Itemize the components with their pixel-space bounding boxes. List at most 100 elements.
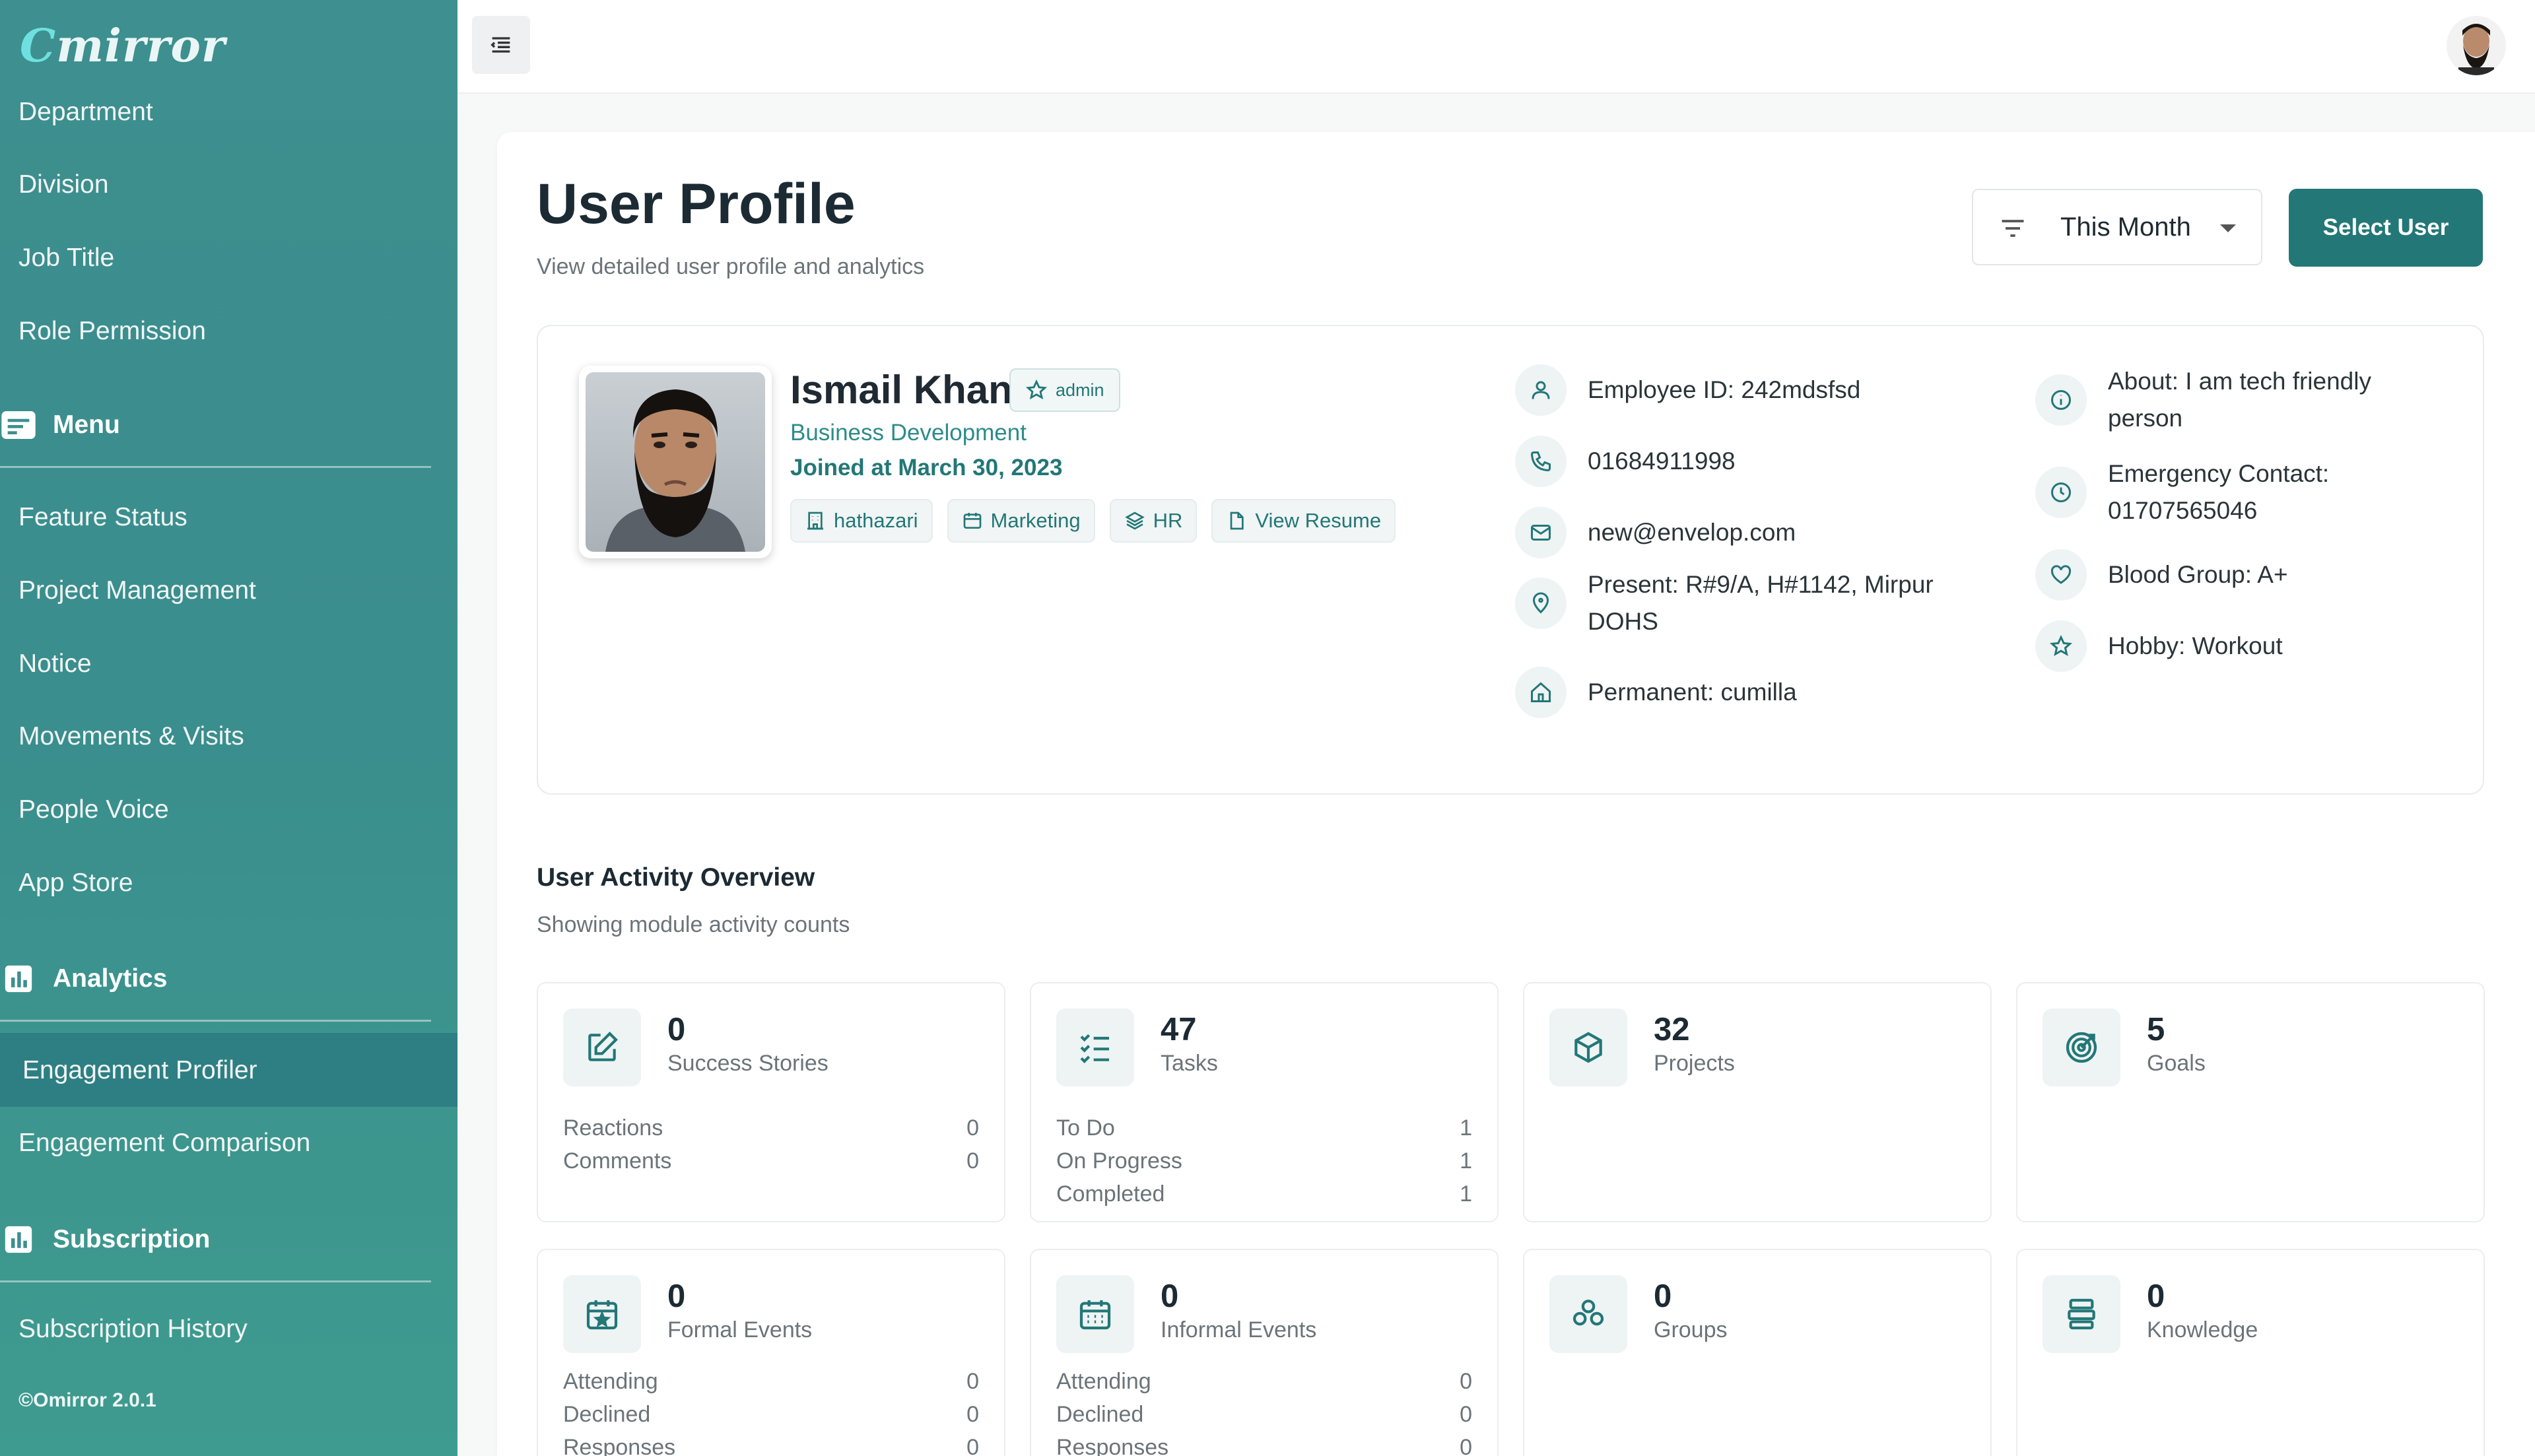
sidebar-item-job-title[interactable]: Job Title (18, 244, 114, 273)
sidebar-item-people-voice[interactable]: People Voice (18, 795, 169, 824)
chip-department[interactable]: Marketing (947, 499, 1095, 543)
subscription-section-divider (0, 1280, 431, 1282)
tile-success-stories[interactable]: 0 Success Stories Reactions 0 Comments 0 (537, 982, 1005, 1222)
sidebar-item-division[interactable]: Division (18, 170, 109, 199)
tile-label: Goals (2147, 1051, 2206, 1076)
menu-toggle-button[interactable] (472, 16, 530, 74)
stat-value: 1 (1460, 1181, 1472, 1207)
chip-division-label: HR (1153, 509, 1183, 532)
layers-icon (1124, 512, 1145, 530)
star-outline-icon (2035, 620, 2087, 672)
sidebar-item-feature-status[interactable]: Feature Status (18, 503, 187, 532)
tile-count: 0 (667, 1278, 686, 1314)
stat-value: 0 (1460, 1435, 1472, 1456)
sidebar-item-subscription-history[interactable]: Subscription History (18, 1315, 248, 1344)
select-user-button[interactable]: Select User (2289, 189, 2483, 267)
view-resume-button[interactable]: View Resume (1211, 499, 1396, 543)
hobby-row: Hobby: Workout (2035, 620, 2283, 672)
stat-label: Completed (1056, 1181, 1165, 1207)
permanent-address-row: Permanent: cumilla (1515, 667, 1797, 718)
tile-formal-events[interactable]: 0 Formal Events Attending 0 Declined 0 Res… (537, 1249, 1005, 1456)
tile-stat-row: Declined 0 (563, 1402, 979, 1428)
sidebar-item-app-store[interactable]: App Store (18, 869, 133, 898)
stat-label: Responses (563, 1435, 676, 1456)
tile-informal-events[interactable]: 0 Informal Events Attending 0 Declined 0 R… (1030, 1249, 1499, 1456)
clock-icon (2035, 466, 2087, 518)
email-address: new@envelop.com (1588, 519, 1796, 546)
sidebar-item-project-management[interactable]: Project Management (18, 576, 256, 605)
period-filter-value: This Month (2060, 213, 2191, 242)
home-icon (1515, 667, 1567, 718)
chip-division[interactable]: HR (1109, 499, 1198, 543)
filter-icon (2002, 220, 2024, 237)
stat-value: 0 (966, 1402, 979, 1427)
hamburger-icon (490, 37, 510, 53)
tile-count: 0 (2147, 1278, 2165, 1314)
employee-id-row: Employee ID: 242mdsfsd (1515, 364, 1860, 416)
chip-department-label: Marketing (990, 509, 1081, 532)
activity-title: User Activity Overview (537, 863, 815, 892)
menu-section-divider (0, 466, 431, 468)
sidebar-item-engagement-comparison[interactable]: Engagement Comparison (18, 1129, 310, 1158)
group-icon (1549, 1275, 1627, 1353)
sidebar-section-subscription[interactable]: Subscription (0, 1221, 431, 1282)
stat-label: Comments (563, 1148, 672, 1174)
checklist-icon (1056, 1009, 1134, 1086)
tile-stat-row: On Progress 1 (1056, 1148, 1472, 1174)
menu-section-label: Menu (53, 411, 120, 439)
profile-joined-date: Joined at March 30, 2023 (790, 455, 1063, 480)
tile-label: Informal Events (1161, 1317, 1317, 1342)
tile-goals[interactable]: 5 Goals (2016, 982, 2485, 1222)
tile-projects[interactable]: 32 Projects (1523, 982, 1992, 1222)
emergency-contact: Emergency Contact: 01707565046 (2108, 455, 2329, 529)
topbar (457, 0, 2535, 94)
role-badge-label: admin (1056, 380, 1104, 400)
tile-stat-row: Responses 0 (563, 1435, 979, 1456)
stat-value: 0 (966, 1115, 979, 1141)
sidebar-item-department[interactable]: Department (18, 98, 153, 127)
tile-tasks[interactable]: 47 Tasks To Do 1 On Progress 1 Completed 1 (1030, 982, 1499, 1222)
tile-label: Groups (1654, 1317, 1728, 1342)
sidebar-section-menu[interactable]: Menu (0, 407, 431, 468)
star-icon (1025, 379, 1048, 400)
tile-stat-row: Reactions 0 (563, 1115, 979, 1141)
present-address-row: Present: R#9/A, H#1142, Mirpur DOHS (1515, 566, 1934, 640)
employee-id: Employee ID: 242mdsfsd (1588, 376, 1861, 404)
stat-value: 0 (1460, 1402, 1472, 1427)
tile-count: 0 (1161, 1278, 1179, 1314)
chip-location[interactable]: hathazari (790, 499, 933, 543)
app-logo[interactable]: Cmirror (20, 20, 226, 73)
analytics-icon (0, 960, 37, 997)
about-row: About: I am tech friendly person (2035, 363, 2371, 436)
mail-icon (1515, 507, 1567, 558)
phone-row: 01684911998 (1515, 436, 1736, 487)
tile-count: 0 (667, 1012, 686, 1047)
document-icon (1231, 512, 1244, 530)
sidebar-item-role-permission[interactable]: Role Permission (18, 317, 206, 346)
edit-icon (563, 1009, 641, 1086)
tile-count: 47 (1161, 1012, 1197, 1047)
present-address-line1: Present: R#9/A, H#1142, Mirpur (1588, 571, 1934, 598)
sidebar-item-engagement-profiler[interactable]: Engagement Profiler (22, 1056, 257, 1085)
sidebar-section-analytics[interactable]: Analytics (0, 960, 431, 1022)
subscription-section-label: Subscription (53, 1225, 211, 1253)
tile-label: Success Stories (667, 1051, 828, 1076)
stat-value: 0 (1460, 1369, 1472, 1394)
tile-label: Formal Events (667, 1317, 813, 1342)
activity-subtitle: Showing module activity counts (537, 912, 850, 937)
phone-icon (1515, 436, 1567, 487)
blood-group-row: Blood Group: A+ (2035, 549, 2288, 601)
sidebar-item-notice[interactable]: Notice (18, 649, 92, 678)
tile-groups[interactable]: 0 Groups (1523, 1249, 1992, 1456)
tile-knowledge[interactable]: 0 Knowledge (2016, 1249, 2485, 1456)
cube-icon (1549, 1009, 1627, 1086)
profile-card: Ismail Khan admin Business Development J… (537, 325, 2484, 795)
chip-location-label: hathazari (834, 509, 918, 532)
stat-value: 0 (966, 1435, 979, 1456)
sidebar-item-movements-visits[interactable]: Movements & Visits (18, 722, 244, 751)
books-icon (2043, 1275, 2120, 1353)
user-avatar[interactable] (2447, 16, 2506, 75)
page-subtitle: View detailed user profile and analytics (537, 254, 925, 279)
profile-photo (579, 366, 772, 558)
period-filter-select[interactable]: This Month (1972, 189, 2262, 265)
